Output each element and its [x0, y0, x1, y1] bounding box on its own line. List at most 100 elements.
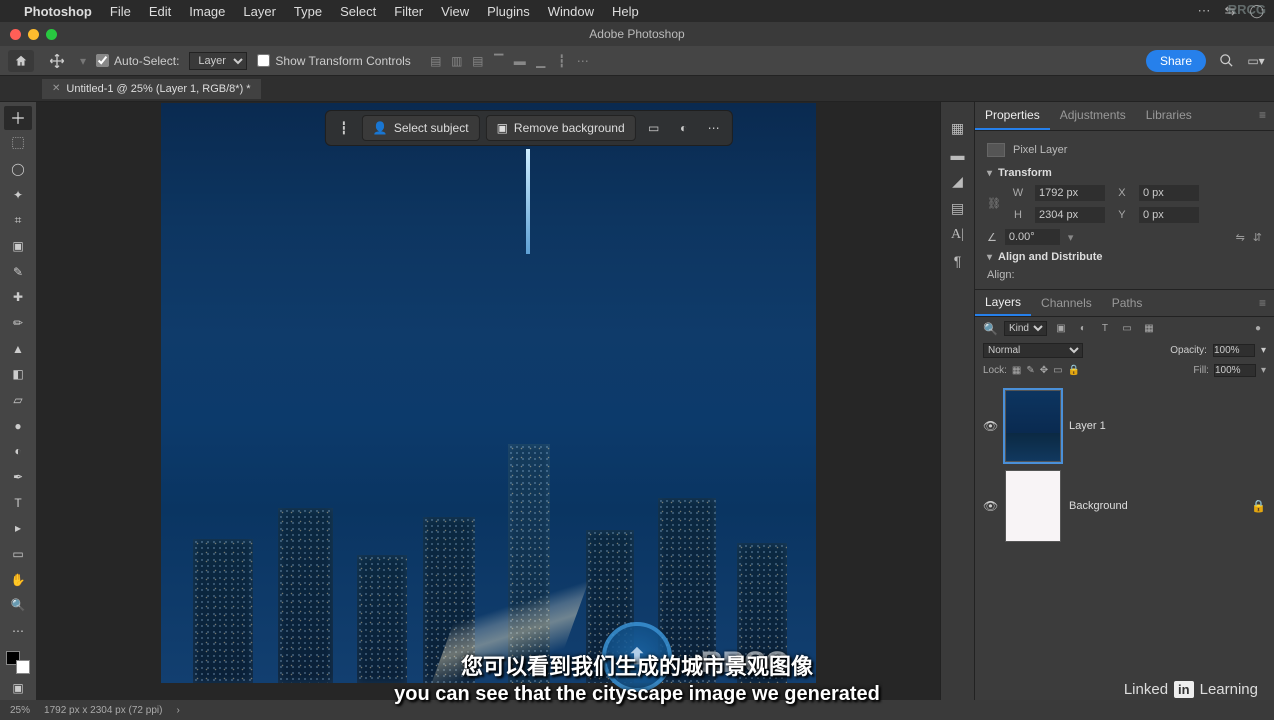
lock-all-icon[interactable]: 🔒 — [1068, 365, 1080, 376]
fill-dropdown-icon[interactable]: ▾ — [1261, 365, 1266, 376]
transform-icon[interactable]: ▭ — [642, 116, 666, 140]
align-middle-v-icon[interactable]: ▬ — [511, 52, 529, 70]
align-right-icon[interactable]: ▤ — [469, 52, 487, 70]
gradients-panel-icon[interactable]: ◢ — [952, 173, 963, 190]
menu-layer[interactable]: Layer — [243, 4, 276, 19]
color-panel-icon[interactable]: ▦ — [951, 120, 964, 137]
select-subject-button[interactable]: 👤 Select subject — [362, 115, 480, 141]
visibility-toggle-icon[interactable]: 👁 — [983, 499, 997, 513]
remove-background-button[interactable]: ▣ Remove background — [486, 115, 636, 141]
patterns-panel-icon[interactable]: ▤ — [951, 200, 964, 217]
window-minimize-button[interactable] — [28, 29, 39, 40]
lock-position-icon[interactable]: ✥ — [1040, 365, 1048, 376]
clone-stamp-tool[interactable]: ▲ — [4, 337, 32, 361]
filter-shape-icon[interactable]: ▭ — [1119, 322, 1135, 336]
tab-paths[interactable]: Paths — [1102, 291, 1153, 315]
document-tab[interactable]: ✕ Untitled-1 @ 25% (Layer 1, RGB/8*) * — [42, 79, 261, 99]
zoom-level[interactable]: 25% — [10, 705, 30, 716]
layer-name-label[interactable]: Background — [1069, 500, 1128, 512]
flip-v-icon[interactable]: ⇵ — [1253, 231, 1262, 244]
layer-thumbnail[interactable] — [1005, 390, 1061, 462]
angle-field[interactable] — [1005, 229, 1060, 245]
layer-row[interactable]: 👁 Background 🔒 — [983, 466, 1266, 546]
paragraph-panel-icon[interactable]: ¶ — [954, 253, 962, 269]
align-bottom-icon[interactable]: ▁ — [532, 52, 550, 70]
drag-handle-icon[interactable]: ┇ — [332, 116, 356, 140]
hand-tool[interactable]: ✋ — [4, 568, 32, 592]
workspace-switcher-icon[interactable]: ▭▾ — [1246, 51, 1266, 71]
tab-adjustments[interactable]: Adjustments — [1050, 102, 1136, 130]
character-panel-icon[interactable]: A| — [951, 227, 964, 243]
menu-select[interactable]: Select — [340, 4, 376, 19]
share-button[interactable]: Share — [1146, 50, 1206, 72]
document-canvas[interactable] — [161, 103, 816, 683]
align-center-h-icon[interactable]: ▥ — [448, 52, 466, 70]
show-transform-checkbox[interactable]: Show Transform Controls — [257, 54, 410, 68]
blend-mode-dropdown[interactable]: Normal — [983, 343, 1083, 358]
home-button[interactable] — [8, 50, 34, 72]
menu-window[interactable]: Window — [548, 4, 594, 19]
frame-tool[interactable]: ▣ — [4, 234, 32, 258]
layers-panel-menu-icon[interactable]: ≡ — [1251, 291, 1274, 315]
healing-tool[interactable]: ✚ — [4, 286, 32, 310]
shape-tool[interactable]: ▭ — [4, 542, 32, 566]
lock-artboard-icon[interactable]: ▭ — [1053, 365, 1062, 376]
quickmask-icon[interactable]: ▣ — [4, 676, 32, 700]
more-align-icon[interactable]: ⋯ — [574, 52, 592, 70]
edit-toolbar-icon[interactable]: ⋯ — [4, 619, 32, 643]
pen-tool[interactable]: ✒ — [4, 465, 32, 489]
marquee-tool[interactable] — [4, 132, 32, 156]
gradient-tool[interactable]: ▱ — [4, 388, 32, 412]
transform-section-header[interactable]: Transform — [987, 167, 1262, 179]
brush-tool[interactable]: ✏ — [4, 311, 32, 335]
tab-libraries[interactable]: Libraries — [1136, 102, 1202, 130]
doc-info-chevron-icon[interactable]: › — [176, 705, 179, 716]
crop-tool[interactable]: ⌗ — [4, 209, 32, 233]
height-field[interactable] — [1035, 207, 1105, 223]
window-maximize-button[interactable] — [46, 29, 57, 40]
menu-file[interactable]: File — [110, 4, 131, 19]
path-select-tool[interactable]: ▸ — [4, 517, 32, 541]
menu-view[interactable]: View — [441, 4, 469, 19]
search-icon[interactable] — [1216, 51, 1236, 71]
auto-select-target-dropdown[interactable]: Layer — [189, 52, 247, 70]
filter-pixel-icon[interactable]: ▣ — [1053, 322, 1069, 336]
filter-search-icon[interactable]: 🔍 — [983, 322, 998, 336]
angle-dropdown-icon[interactable]: ▾ — [1068, 231, 1074, 244]
distribute-icon[interactable]: ┇ — [553, 52, 571, 70]
eraser-tool[interactable]: ◧ — [4, 363, 32, 387]
window-close-button[interactable] — [10, 29, 21, 40]
dodge-tool[interactable]: ◐ — [4, 440, 32, 464]
cloud-icon[interactable]: ⋯ — [1198, 3, 1211, 19]
y-field[interactable] — [1139, 207, 1199, 223]
lasso-tool[interactable]: ◯ — [4, 157, 32, 181]
menu-plugins[interactable]: Plugins — [487, 4, 530, 19]
doc-info[interactable]: 1792 px x 2304 px (72 ppi) — [44, 705, 162, 716]
menu-type[interactable]: Type — [294, 4, 322, 19]
tab-close-icon[interactable]: ✕ — [52, 83, 60, 94]
menu-filter[interactable]: Filter — [394, 4, 423, 19]
canvas-area[interactable]: ┇ 👤 Select subject ▣ Remove background ▭… — [36, 102, 940, 700]
x-field[interactable] — [1139, 185, 1199, 201]
move-tool[interactable] — [4, 106, 32, 130]
align-distribute-header[interactable]: Align and Distribute — [987, 251, 1262, 263]
menu-edit[interactable]: Edit — [149, 4, 171, 19]
color-swatches[interactable] — [6, 651, 30, 675]
lock-paint-icon[interactable]: ✎ — [1026, 365, 1034, 376]
user-icon[interactable]: ◯ — [1249, 3, 1264, 19]
lock-transparency-icon[interactable]: ▦ — [1012, 365, 1021, 376]
align-left-icon[interactable]: ▤ — [427, 52, 445, 70]
filter-toggle-icon[interactable]: ● — [1250, 322, 1266, 336]
layer-row[interactable]: 👁 Layer 1 — [983, 386, 1266, 466]
fill-field[interactable] — [1214, 364, 1256, 377]
tab-channels[interactable]: Channels — [1031, 291, 1102, 315]
swatches-panel-icon[interactable]: ▬ — [951, 147, 965, 163]
tab-properties[interactable]: Properties — [975, 102, 1050, 130]
opacity-dropdown-icon[interactable]: ▾ — [1261, 345, 1266, 356]
opacity-field[interactable] — [1213, 344, 1255, 357]
menu-image[interactable]: Image — [189, 4, 225, 19]
eyedropper-tool[interactable]: ✎ — [4, 260, 32, 284]
app-name[interactable]: Photoshop — [24, 4, 92, 19]
sync-icon[interactable]: ⇆ — [1225, 3, 1236, 19]
visibility-toggle-icon[interactable]: 👁 — [983, 419, 997, 433]
